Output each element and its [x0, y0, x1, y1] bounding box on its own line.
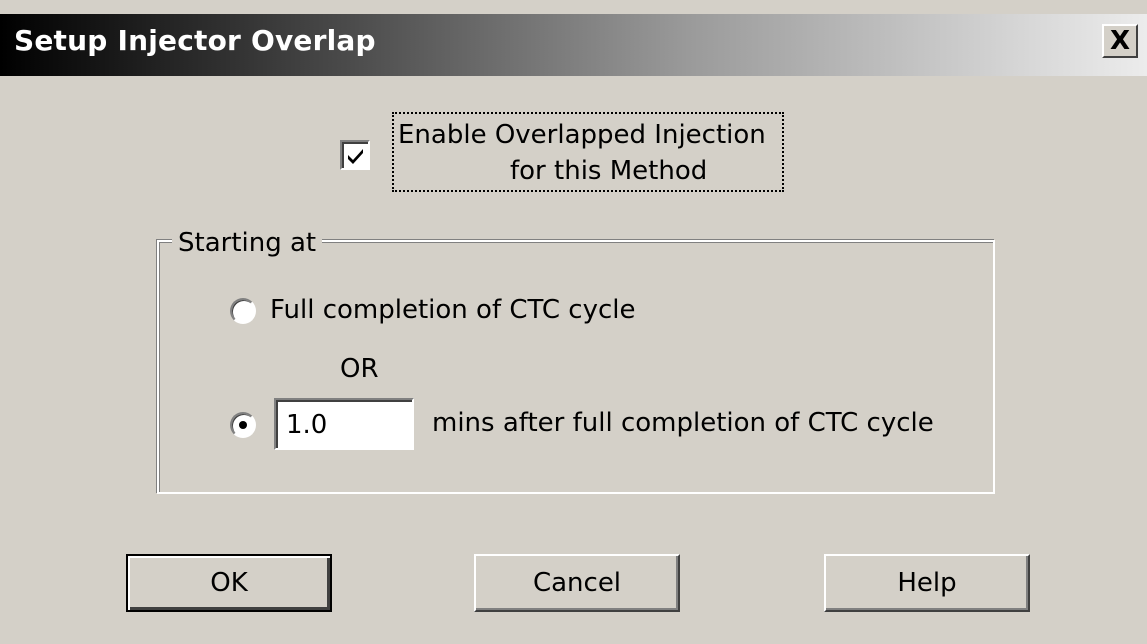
close-button[interactable]: X: [1102, 24, 1138, 58]
mins-after-label: mins after full completion of CTC cycle: [432, 408, 934, 438]
ok-button-label: OK: [210, 568, 248, 598]
setup-injector-overlap-dialog: Setup Injector Overlap X Enable Overlapp…: [0, 0, 1147, 644]
radio-selected-dot: [239, 421, 247, 429]
minutes-input[interactable]: 1.0: [274, 398, 414, 450]
help-button[interactable]: Help: [824, 554, 1030, 612]
or-label: OR: [340, 354, 379, 384]
close-icon: X: [1109, 26, 1131, 56]
cancel-button-label: Cancel: [532, 568, 622, 598]
full-completion-radio[interactable]: [230, 298, 256, 324]
starting-at-groupbox: [157, 240, 995, 494]
ok-button[interactable]: OK: [126, 554, 332, 612]
checkmark-icon: [348, 149, 363, 164]
enable-overlap-label-line2: for this Method: [510, 156, 708, 186]
help-button-label: Help: [897, 568, 957, 598]
enable-overlap-checkbox[interactable]: [340, 140, 370, 170]
dialog-title: Setup Injector Overlap: [14, 24, 376, 57]
mins-after-radio[interactable]: [230, 412, 256, 438]
title-bar: Setup Injector Overlap X: [0, 14, 1147, 76]
enable-overlap-label-line1: Enable Overlapped Injection: [398, 120, 766, 150]
starting-at-label: Starting at: [172, 228, 323, 258]
full-completion-label: Full completion of CTC cycle: [270, 295, 636, 325]
cancel-button[interactable]: Cancel: [474, 554, 680, 612]
